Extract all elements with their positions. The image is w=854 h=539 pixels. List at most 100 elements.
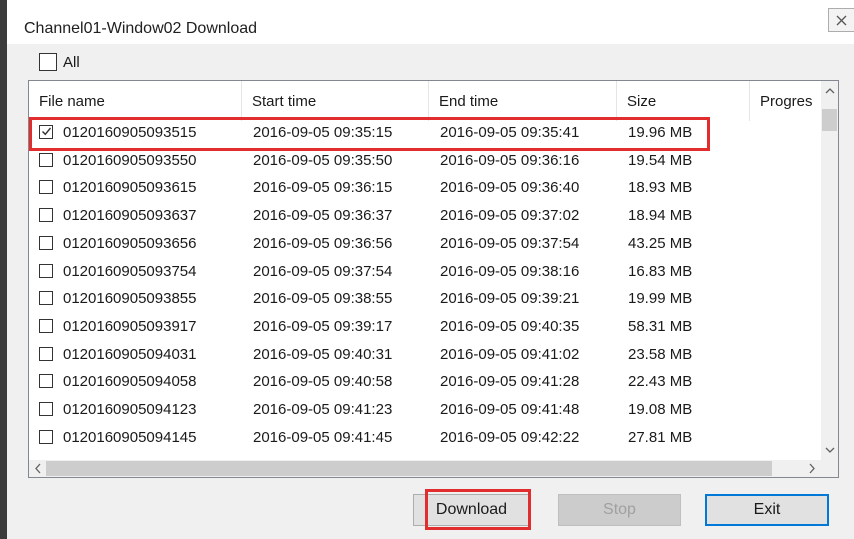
table-row[interactable]: 0120160905093515 2016-09-05 09:35:15 2016-… [29, 119, 823, 146]
cell-end-time: 2016-09-05 09:36:40 [440, 179, 580, 197]
cell-file-name: 0120160905093754 [63, 262, 197, 280]
row-checkbox[interactable] [39, 180, 53, 195]
vertical-scrollbar[interactable] [821, 81, 838, 460]
check-icon [42, 127, 52, 136]
chevron-down-icon[interactable] [825, 442, 835, 459]
cell-file-name: 0120160905093855 [63, 290, 197, 308]
chevron-left-icon[interactable] [33, 460, 43, 477]
table-row[interactable]: 0120160905094031 2016-09-05 09:40:31 2016-… [29, 341, 823, 368]
cell-size: 18.94 MB [628, 207, 693, 225]
table-row[interactable]: 0120160905093615 2016-09-05 09:36:15 2016-… [29, 174, 823, 201]
cell-start-time: 2016-09-05 09:36:37 [253, 207, 393, 225]
table-row[interactable]: 0120160905093656 2016-09-05 09:36:56 2016-… [29, 230, 823, 257]
cell-size: 58.31 MB [628, 317, 693, 335]
row-checkbox[interactable] [39, 318, 53, 333]
cell-size: 23.58 MB [628, 345, 693, 363]
title-bar: Channel01-Window02 Download [7, 0, 854, 44]
cell-size: 19.54 MB [628, 151, 693, 169]
cell-start-time: 2016-09-05 09:39:17 [253, 317, 393, 335]
row-checkbox[interactable] [39, 235, 53, 250]
close-icon [836, 15, 847, 26]
select-all-checkbox[interactable] [39, 53, 57, 71]
cell-end-time: 2016-09-05 09:38:16 [440, 262, 580, 280]
cell-file-name: 0120160905093637 [63, 207, 197, 225]
cell-start-time: 2016-09-05 09:35:15 [253, 124, 393, 141]
cell-size: 27.81 MB [628, 428, 693, 446]
cell-end-time: 2016-09-05 09:35:41 [440, 124, 580, 141]
cell-end-time: 2016-09-05 09:41:48 [440, 401, 580, 418]
column-header-progress[interactable]: Progres [749, 81, 823, 121]
column-header-size[interactable]: Size [616, 81, 749, 121]
column-header-start-time[interactable]: Start time [241, 81, 428, 121]
table-row[interactable]: 0120160905094145 2016-09-05 09:41:45 2016-… [29, 424, 823, 451]
cell-size: 18.93 MB [628, 179, 693, 197]
window-title: Channel01-Window02 Download [24, 20, 258, 37]
cell-end-time: 2016-09-05 09:37:54 [440, 234, 580, 252]
cell-size: 19.96 MB [628, 124, 693, 141]
list-header: File name Start time End time Size Progr… [29, 81, 823, 121]
column-header-end-time[interactable]: End time [428, 81, 616, 121]
row-checkbox[interactable] [39, 208, 53, 223]
cell-start-time: 2016-09-05 09:38:55 [253, 290, 393, 308]
horizontal-scroll-thumb[interactable] [46, 461, 772, 476]
row-checkbox[interactable] [39, 152, 53, 167]
select-all-row: All [39, 53, 80, 71]
row-checkbox[interactable] [39, 346, 53, 361]
download-button[interactable]: Download [413, 494, 530, 526]
stop-button[interactable]: Stop [558, 494, 681, 526]
cell-start-time: 2016-09-05 09:35:50 [253, 151, 393, 169]
cell-file-name: 0120160905093917 [63, 317, 197, 335]
cell-start-time: 2016-09-05 09:41:23 [253, 401, 393, 418]
select-all-label: All [63, 54, 80, 71]
table-row[interactable]: 0120160905093754 2016-09-05 09:37:54 2016-… [29, 258, 823, 285]
cell-file-name: 0120160905094031 [63, 345, 197, 363]
download-dialog: Channel01-Window02 Download All File nam… [0, 0, 854, 539]
cell-size: 19.99 MB [628, 290, 693, 308]
cell-start-time: 2016-09-05 09:41:45 [253, 428, 393, 446]
chevron-up-icon[interactable] [825, 83, 835, 100]
column-header-file-name[interactable]: File name [29, 81, 241, 121]
cell-file-name: 0120160905094058 [63, 373, 197, 391]
cell-end-time: 2016-09-05 09:37:02 [440, 207, 580, 225]
row-checkbox[interactable] [39, 429, 53, 444]
cell-start-time: 2016-09-05 09:36:56 [253, 234, 393, 252]
cell-end-time: 2016-09-05 09:36:16 [440, 151, 580, 169]
table-row[interactable]: 0120160905093855 2016-09-05 09:38:55 2016-… [29, 285, 823, 312]
cell-file-name: 0120160905093550 [63, 151, 197, 169]
cell-end-time: 2016-09-05 09:40:35 [440, 317, 580, 335]
cell-start-time: 2016-09-05 09:40:58 [253, 373, 393, 391]
table-row[interactable]: 0120160905093550 2016-09-05 09:35:50 2016-… [29, 147, 823, 174]
table-row[interactable]: 0120160905094123 2016-09-05 09:41:23 2016-… [29, 396, 823, 423]
close-button[interactable] [828, 8, 854, 32]
cell-size: 16.83 MB [628, 262, 693, 280]
cell-size: 19.08 MB [628, 401, 693, 418]
cell-end-time: 2016-09-05 09:41:28 [440, 373, 580, 391]
cell-start-time: 2016-09-05 09:37:54 [253, 262, 393, 280]
cell-file-name: 0120160905094145 [63, 428, 197, 446]
cell-end-time: 2016-09-05 09:42:22 [440, 428, 580, 446]
table-row[interactable]: 0120160905093917 2016-09-05 09:39:17 2016-… [29, 313, 823, 340]
row-checkbox[interactable] [39, 263, 53, 278]
table-row[interactable]: 0120160905094058 2016-09-05 09:40:58 2016-… [29, 368, 823, 395]
cell-file-name: 0120160905093615 [63, 179, 197, 197]
horizontal-scrollbar[interactable] [29, 460, 823, 477]
window-edge [0, 0, 7, 539]
exit-button[interactable]: Exit [705, 494, 829, 526]
cell-size: 22.43 MB [628, 373, 693, 391]
row-checkbox[interactable] [39, 291, 53, 306]
row-checkbox[interactable] [39, 374, 53, 389]
table-row[interactable]: 0120160905093637 2016-09-05 09:36:37 2016-… [29, 202, 823, 229]
cell-file-name: 0120160905093515 [63, 124, 197, 141]
file-list: File name Start time End time Size Progr… [28, 80, 839, 478]
cell-file-name: 0120160905093656 [63, 234, 197, 252]
row-checkbox[interactable] [39, 402, 53, 416]
cell-end-time: 2016-09-05 09:39:21 [440, 290, 580, 308]
cell-start-time: 2016-09-05 09:40:31 [253, 345, 393, 363]
chevron-right-icon[interactable] [807, 460, 817, 477]
row-checkbox[interactable] [39, 125, 53, 139]
scrollbar-corner [821, 460, 838, 477]
vertical-scroll-thumb[interactable] [822, 109, 837, 131]
cell-start-time: 2016-09-05 09:36:15 [253, 179, 393, 197]
cell-end-time: 2016-09-05 09:41:02 [440, 345, 580, 363]
cell-file-name: 0120160905094123 [63, 401, 197, 418]
